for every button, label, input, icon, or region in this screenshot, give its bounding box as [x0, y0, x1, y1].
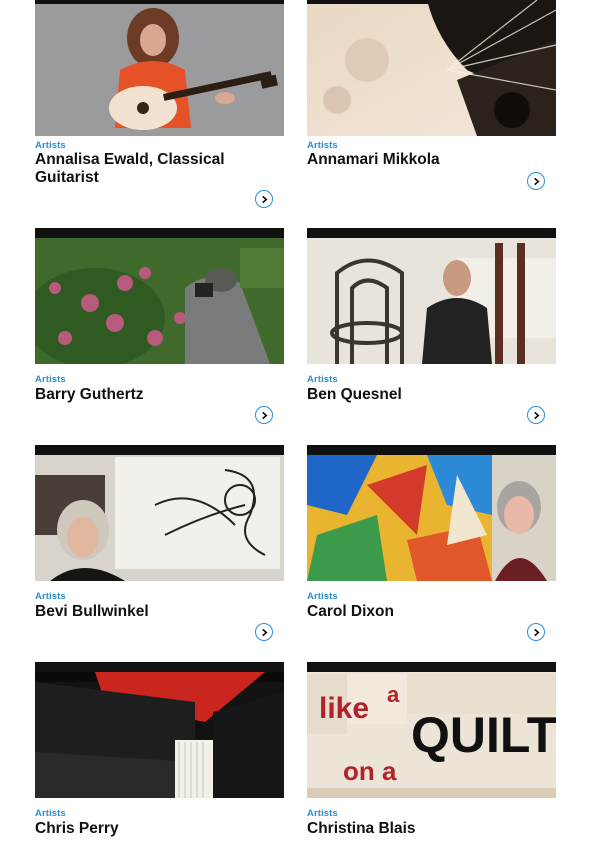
quilt-word-quilt: QUILT — [411, 707, 556, 763]
card-category[interactable]: Artists — [35, 808, 66, 819]
artist-card-carol-dixon[interactable]: Artists Carol Dixon — [307, 445, 556, 641]
card-arrow-button[interactable] — [255, 406, 273, 424]
quilt-word-a: a — [387, 682, 400, 707]
artist-image[interactable] — [307, 445, 556, 581]
card-title[interactable]: Bevi Bullwinkel — [35, 603, 270, 621]
artist-card-bevi-bullwinkel[interactable]: Artists Bevi Bullwinkel — [35, 445, 284, 641]
chevron-right-icon — [533, 177, 540, 185]
card-title[interactable]: Annalisa Ewald, Classical Guitarist — [35, 151, 270, 187]
card-title[interactable]: Barry Guthertz — [35, 386, 270, 404]
artist-card-annalisa-ewald[interactable]: Artists Annalisa Ewald, Classical Guitar… — [35, 0, 284, 208]
card-title[interactable]: Ben Quesnel — [307, 386, 542, 404]
card-category[interactable]: Artists — [307, 140, 338, 151]
quilt-word-on-a: on a — [343, 756, 397, 786]
flowers-photo — [35, 228, 284, 364]
chairs-photo — [307, 228, 556, 364]
card-title[interactable]: Carol Dixon — [307, 603, 542, 621]
chevron-right-icon — [533, 411, 540, 419]
quilt-photo: like a QUILT on a — [307, 662, 556, 798]
artist-card-christina-blais[interactable]: like a QUILT on a Artists Christina Blai… — [307, 662, 556, 837]
artist-image[interactable] — [307, 228, 556, 364]
book-binding-photo — [35, 662, 284, 798]
artist-image[interactable] — [35, 0, 284, 136]
card-title[interactable]: Christina Blais — [307, 820, 542, 838]
artist-card-ben-quesnel[interactable]: Artists Ben Quesnel — [307, 228, 556, 424]
chevron-right-icon — [261, 628, 268, 636]
chevron-right-icon — [261, 195, 268, 203]
card-category[interactable]: Artists — [307, 808, 338, 819]
card-title[interactable]: Annamari Mikkola — [307, 151, 542, 169]
card-arrow-button[interactable] — [527, 406, 545, 424]
colorful-painting-photo — [307, 445, 556, 581]
card-arrow-button[interactable] — [255, 190, 273, 208]
artist-card-barry-guthertz[interactable]: Artists Barry Guthertz — [35, 228, 284, 424]
artist-image[interactable] — [35, 228, 284, 364]
abstract-sepia-photo — [307, 0, 556, 136]
guitarist-photo — [35, 0, 284, 136]
quilt-word-like: like — [319, 692, 369, 725]
card-title[interactable]: Chris Perry — [35, 820, 270, 838]
artist-image[interactable]: like a QUILT on a — [307, 662, 556, 798]
studio-drawing-photo — [35, 445, 284, 581]
card-category[interactable]: Artists — [35, 140, 66, 151]
card-arrow-button[interactable] — [527, 623, 545, 641]
artist-card-chris-perry[interactable]: Artists Chris Perry — [35, 662, 284, 837]
card-category[interactable]: Artists — [35, 374, 66, 385]
card-arrow-button[interactable] — [527, 172, 545, 190]
artist-image[interactable] — [35, 662, 284, 798]
chevron-right-icon — [261, 411, 268, 419]
chevron-right-icon — [533, 628, 540, 636]
card-category[interactable]: Artists — [35, 591, 66, 602]
card-category[interactable]: Artists — [307, 591, 338, 602]
card-arrow-button[interactable] — [255, 623, 273, 641]
card-category[interactable]: Artists — [307, 374, 338, 385]
artist-image[interactable] — [35, 445, 284, 581]
artist-image[interactable] — [307, 0, 556, 136]
artist-card-annamari-mikkola[interactable]: Artists Annamari Mikkola — [307, 0, 556, 190]
